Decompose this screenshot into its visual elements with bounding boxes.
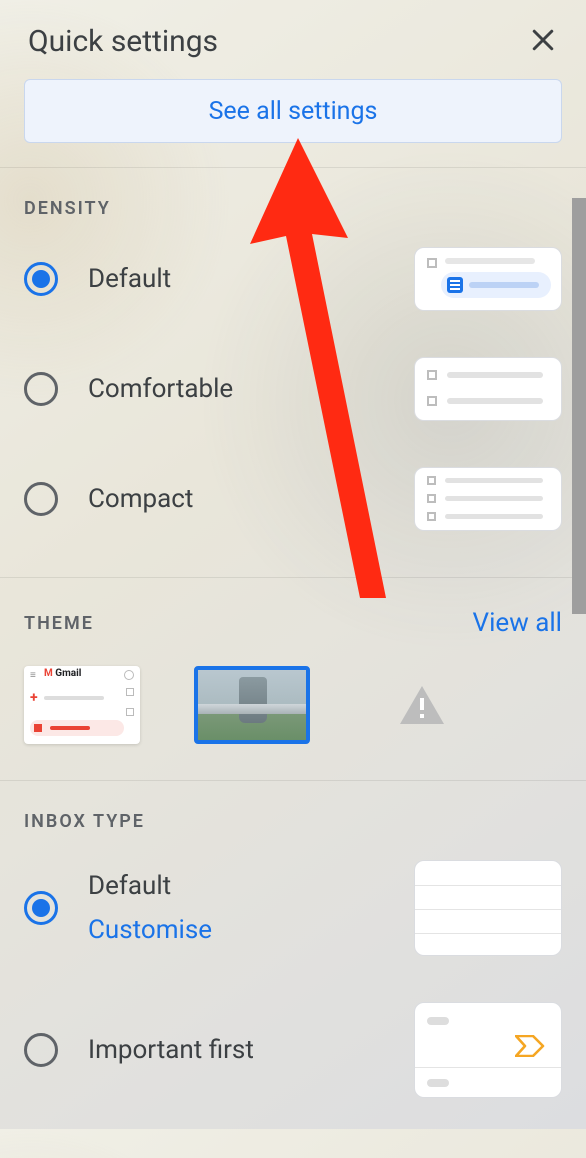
close-icon xyxy=(528,25,558,55)
theme-section: THEME View all ≡ M Gmail + xyxy=(0,577,586,780)
inbox-option-important-first[interactable]: Important first xyxy=(24,1002,562,1098)
panel-title: Quick settings xyxy=(28,24,218,59)
inbox-option-default[interactable]: Default Customise xyxy=(24,860,562,956)
radio-compact[interactable] xyxy=(24,482,58,516)
theme-view-all-link[interactable]: View all xyxy=(473,608,562,638)
inbox-preview-default xyxy=(414,860,562,956)
theme-thumbnails: ≡ M Gmail + xyxy=(24,666,562,744)
scrollbar[interactable] xyxy=(572,198,586,614)
see-all-wrap: See all settings xyxy=(0,79,586,167)
quick-settings-panel: Quick settings See all settings DENSITY … xyxy=(0,0,586,1129)
warning-icon xyxy=(398,684,446,726)
density-preview-compact xyxy=(414,467,562,531)
theme-thumb-selected[interactable] xyxy=(194,666,310,744)
inbox-preview-important xyxy=(414,1002,562,1098)
density-comfortable-label: Comfortable xyxy=(88,374,384,404)
radio-inbox-default[interactable] xyxy=(24,891,58,925)
density-option-compact[interactable]: Compact xyxy=(24,467,562,531)
radio-comfortable[interactable] xyxy=(24,372,58,406)
density-section: DENSITY Default Comfortable Compact xyxy=(0,167,586,577)
close-button[interactable] xyxy=(528,25,558,59)
density-option-comfortable[interactable]: Comfortable xyxy=(24,357,562,421)
see-all-settings-button[interactable]: See all settings xyxy=(24,79,562,143)
theme-label: THEME xyxy=(24,613,94,634)
inbox-type-label: INBOX TYPE xyxy=(24,811,145,832)
density-compact-label: Compact xyxy=(88,484,384,514)
header: Quick settings xyxy=(0,0,586,79)
density-option-default[interactable]: Default xyxy=(24,247,562,311)
theme-thumb-light[interactable]: ≡ M Gmail + xyxy=(24,666,140,744)
density-preview-default xyxy=(414,247,562,311)
inbox-important-label: Important first xyxy=(88,1035,384,1065)
inbox-default-text: Default Customise xyxy=(88,871,384,945)
inbox-default-customise-link[interactable]: Customise xyxy=(88,915,384,945)
density-default-label: Default xyxy=(88,264,384,294)
inbox-type-section: INBOX TYPE Default Customise Important f… xyxy=(0,780,586,1158)
density-label: DENSITY xyxy=(24,198,111,219)
inbox-default-label: Default xyxy=(88,871,171,901)
radio-inbox-important[interactable] xyxy=(24,1033,58,1067)
density-preview-comfortable xyxy=(414,357,562,421)
important-tag-icon xyxy=(515,1035,545,1057)
radio-default[interactable] xyxy=(24,262,58,296)
theme-thumb-high-contrast[interactable] xyxy=(364,666,480,744)
